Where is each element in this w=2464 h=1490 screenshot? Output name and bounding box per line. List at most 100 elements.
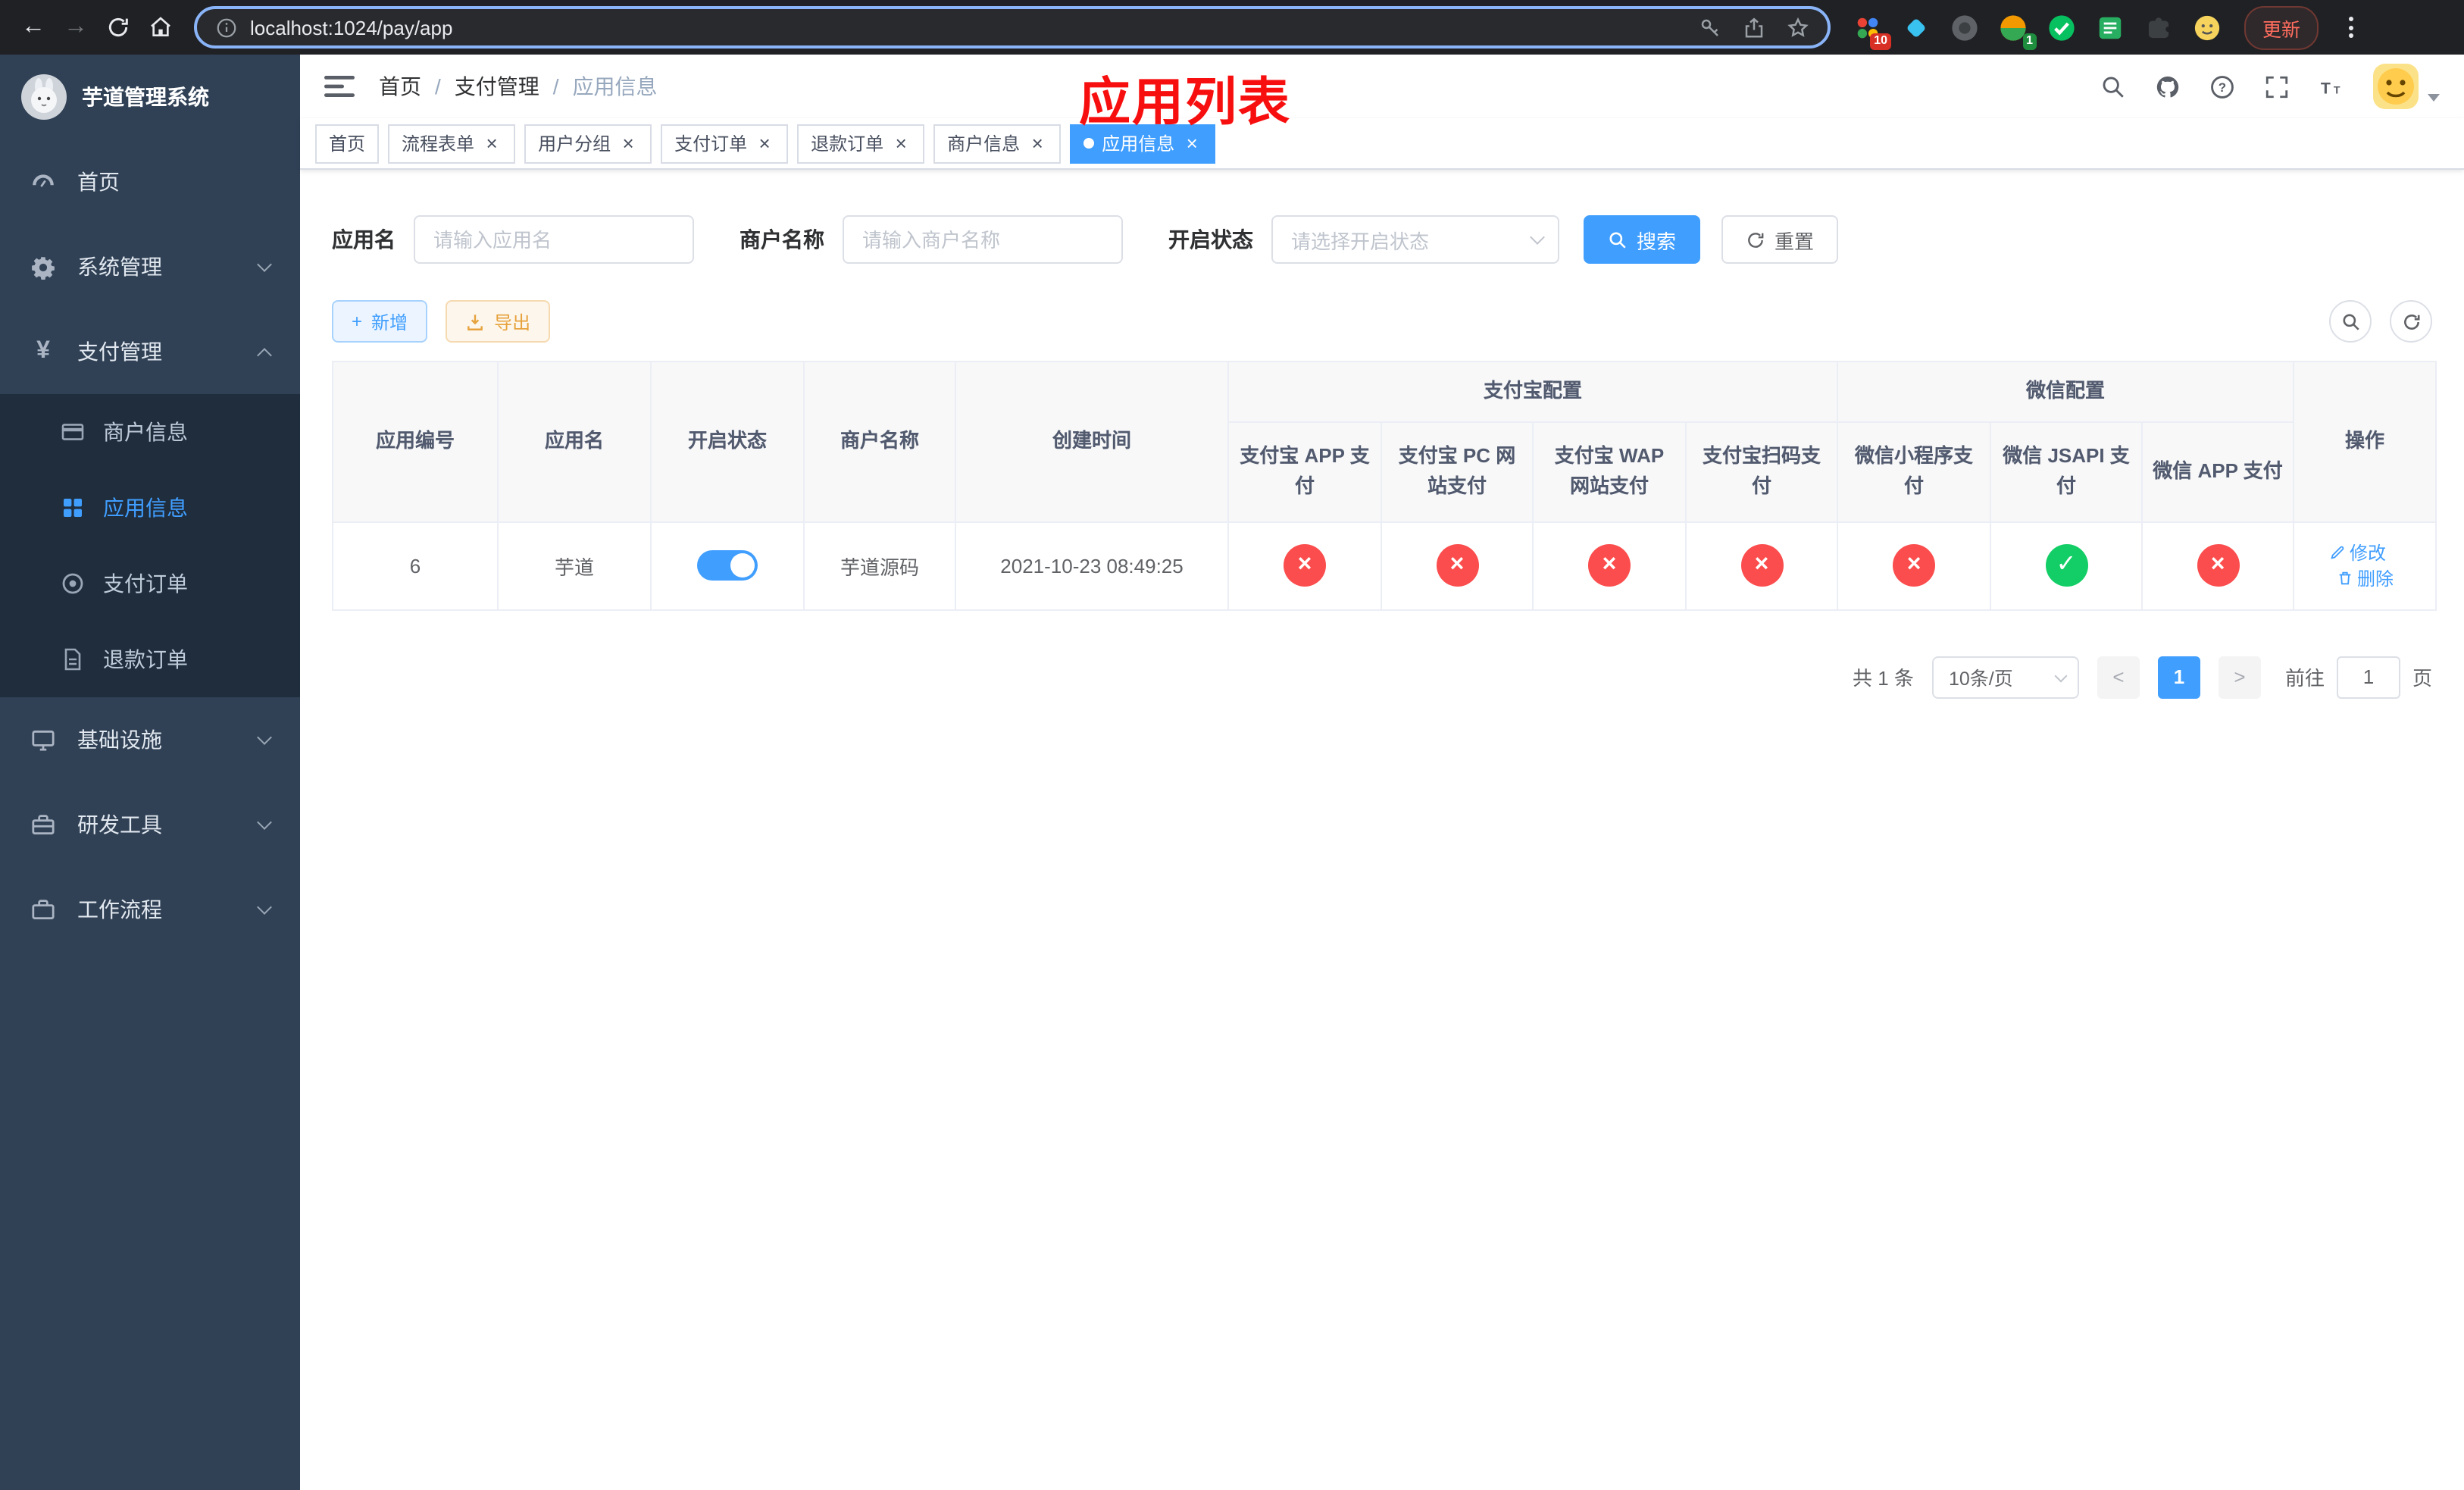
cell-actions: 修改 删除 <box>2293 521 2437 611</box>
back-button[interactable]: ← <box>12 6 55 49</box>
sidebar-item-refund-orders[interactable]: 退款订单 <box>0 621 300 697</box>
breadcrumb-payment[interactable]: 支付管理 <box>421 71 539 102</box>
tab-process-form[interactable]: 流程表单 <box>388 124 516 163</box>
fullscreen-icon[interactable] <box>2264 74 2290 99</box>
search-button[interactable]: 搜索 <box>1584 215 1701 264</box>
search-icon[interactable] <box>2100 74 2126 99</box>
breadcrumb: 首页 支付管理 应用信息 <box>379 71 658 102</box>
refresh-icon <box>2403 314 2419 329</box>
sidebar-item-label: 工作流程 <box>77 897 162 922</box>
status-toggle[interactable] <box>697 550 758 581</box>
chevron-down-icon <box>1530 230 1545 245</box>
chevron-up-icon <box>257 347 272 362</box>
home-icon <box>151 17 170 36</box>
extension-blue-icon[interactable] <box>1900 11 1932 43</box>
chevron-down-icon <box>257 729 272 744</box>
cell-merchant: 芋道源码 <box>803 521 956 611</box>
tab-payment-orders[interactable]: 支付订单 <box>661 124 789 163</box>
sidebar-item-merchant-info[interactable]: 商户信息 <box>0 394 300 470</box>
chevron-down-icon <box>257 899 272 914</box>
tab-close-icon[interactable] <box>755 133 774 153</box>
svg-text:T: T <box>2334 84 2340 96</box>
font-size-icon[interactable]: TT <box>2319 74 2344 99</box>
extension-face-icon[interactable] <box>2191 11 2223 43</box>
address-bar[interactable]: localhost:1024/pay/app <box>194 6 1831 49</box>
alipay-pc-status-icon: × <box>1436 544 1478 587</box>
sidebar-item-home[interactable]: 首页 <box>0 139 300 224</box>
sidebar-item-label: 退款订单 <box>103 647 188 671</box>
extension-dots-icon[interactable]: 10 <box>1852 11 1891 49</box>
tab-close-icon[interactable] <box>891 133 911 153</box>
site-info-icon[interactable] <box>215 16 238 39</box>
sidebar-item-dev-tools[interactable]: 研发工具 <box>0 782 300 867</box>
reload-icon <box>108 17 128 37</box>
tab-merchant-info[interactable]: 商户信息 <box>933 124 1062 163</box>
export-button[interactable]: 导出 <box>446 300 551 343</box>
bookmark-star-icon[interactable] <box>1787 16 1809 39</box>
toolbox-icon <box>30 812 56 837</box>
forward-button[interactable]: → <box>55 6 97 49</box>
page-size-select[interactable]: 10条/页 <box>1931 656 2079 699</box>
status-label: 开启状态 <box>1168 227 1253 252</box>
breadcrumb-home[interactable]: 首页 <box>379 71 421 102</box>
extension-wechat-icon[interactable] <box>2046 11 2078 43</box>
tab-close-icon[interactable] <box>482 133 502 153</box>
tab-refund-orders[interactable]: 退款订单 <box>797 124 925 163</box>
hamburger-icon[interactable] <box>324 71 355 102</box>
browser-menu-icon[interactable] <box>2337 11 2366 44</box>
reload-button[interactable] <box>97 6 139 49</box>
next-page-button[interactable] <box>2218 656 2261 699</box>
browser-update-button[interactable]: 更新 <box>2244 5 2319 49</box>
dashboard-icon <box>30 169 56 195</box>
show-search-toggle-button[interactable] <box>2329 300 2372 343</box>
sidebar-item-infrastructure[interactable]: 基础设施 <box>0 697 300 782</box>
edit-link[interactable]: 修改 <box>2328 540 2386 566</box>
refresh-table-button[interactable] <box>2390 300 2432 343</box>
column-header-wechat-jsapi: 微信 JSAPI 支付 <box>1990 421 2143 523</box>
sidebar-item-app-info[interactable]: 应用信息 <box>0 470 300 546</box>
column-header-alipay-wap: 支付宝 WAP 网站支付 <box>1532 421 1687 523</box>
yen-icon: ¥ <box>36 338 50 364</box>
alipay-app-status-icon: × <box>1284 544 1326 587</box>
caret-down-icon <box>2428 93 2440 101</box>
home-button[interactable] <box>139 6 182 49</box>
extension-notes-icon[interactable] <box>2094 11 2126 43</box>
page-number-button[interactable]: 1 <box>2157 656 2200 699</box>
column-header-alipay-scan: 支付宝扫码支付 <box>1684 421 1839 523</box>
pagination: 共 1 条 10条/页 1 前往 页 <box>332 656 2432 699</box>
sidebar-item-workflow[interactable]: 工作流程 <box>0 867 300 952</box>
extension-area: 10 1 <box>1852 11 2223 49</box>
sidebar-item-system[interactable]: 系统管理 <box>0 224 300 309</box>
github-icon[interactable] <box>2155 74 2181 99</box>
user-menu[interactable] <box>2373 64 2440 109</box>
tab-close-icon[interactable] <box>1027 133 1047 153</box>
sidebar-item-label: 商户信息 <box>103 420 188 444</box>
goto-label: 前往 <box>2284 667 2325 690</box>
sidebar-item-label: 基础设施 <box>77 728 162 752</box>
extension-puzzle-icon[interactable] <box>2143 11 2175 43</box>
help-icon[interactable]: ? <box>2209 74 2235 99</box>
extension-avatar-icon[interactable]: 1 <box>1997 11 2037 49</box>
sidebar-item-payment[interactable]: ¥ 支付管理 <box>0 309 300 394</box>
tab-close-icon[interactable] <box>1182 133 1202 153</box>
previous-page-button[interactable] <box>2097 656 2140 699</box>
share-icon[interactable] <box>1743 16 1765 39</box>
app-name-input[interactable] <box>414 215 694 264</box>
merchant-name-input[interactable] <box>843 215 1123 264</box>
search-icon <box>2342 313 2359 330</box>
status-select[interactable]: 请选择开启状态 <box>1271 215 1559 264</box>
browser-window: ← → localhost:1024/pay/app 10 1 更新 芋道管理系… <box>0 0 2464 1490</box>
alipay-wap-status-icon: × <box>1588 544 1631 587</box>
tab-home[interactable]: 首页 <box>315 124 380 163</box>
goto-page-input[interactable] <box>2336 656 2400 699</box>
password-key-icon[interactable] <box>1699 16 1721 39</box>
tab-user-group[interactable]: 用户分组 <box>524 124 652 163</box>
reset-button[interactable]: 重置 <box>1721 215 1839 264</box>
tab-close-icon[interactable] <box>618 133 638 153</box>
extension-dark-icon[interactable] <box>1949 11 1981 43</box>
add-button[interactable]: + 新增 <box>332 300 428 343</box>
main-content: 应用名 商户名称 开启状态 请选择开启状态 搜索 重置 <box>300 170 2464 1490</box>
delete-link[interactable]: 删除 <box>2336 566 2394 592</box>
column-header-status: 开启状态 <box>650 361 805 523</box>
sidebar-item-payment-orders[interactable]: 支付订单 <box>0 546 300 621</box>
